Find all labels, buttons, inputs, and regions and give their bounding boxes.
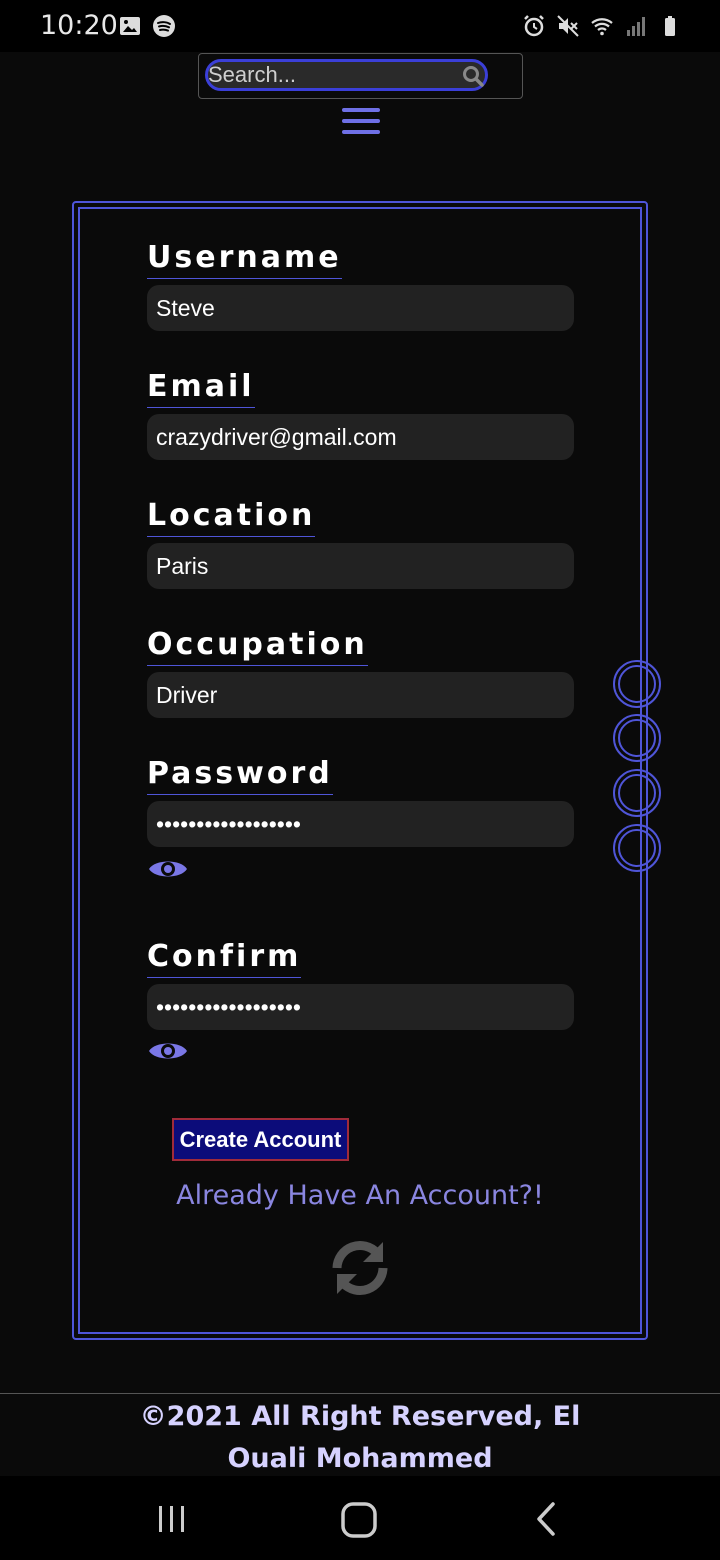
- occupation-field[interactable]: [147, 672, 574, 718]
- system-nav-bar: [0, 1476, 720, 1560]
- menu-icon[interactable]: [341, 107, 381, 135]
- occupation-label: Occupation: [147, 627, 368, 666]
- search-icon[interactable]: [461, 64, 485, 88]
- battery-icon: [665, 16, 675, 36]
- confirm-label: Confirm: [147, 939, 302, 978]
- password-field[interactable]: [147, 801, 574, 847]
- spotify-icon: [153, 15, 175, 37]
- location-label: Location: [147, 498, 316, 537]
- password-label: Password: [147, 756, 333, 795]
- create-account-button[interactable]: Create Account: [172, 1118, 349, 1161]
- decorative-rings-icon: [613, 660, 661, 872]
- image-icon: [120, 17, 140, 35]
- footer-copyright: ©2021 All Right Reserved, El Ouali Moham…: [139, 1401, 581, 1474]
- email-label: Email: [147, 369, 255, 408]
- mute-icon: [557, 15, 579, 37]
- show-confirm-password-icon[interactable]: [148, 1037, 188, 1065]
- signal-icon: [627, 17, 645, 36]
- status-time: 10:20: [40, 10, 118, 41]
- recent-apps-icon[interactable]: [155, 1503, 189, 1535]
- footer-divider: [0, 1393, 720, 1394]
- username-label: Username: [147, 240, 342, 279]
- location-field[interactable]: [147, 543, 574, 589]
- login-link[interactable]: Already Have An Account?!: [0, 1180, 720, 1211]
- status-bar: 10:20: [0, 0, 720, 52]
- refresh-icon[interactable]: [325, 1238, 395, 1298]
- search-bar: [198, 53, 523, 99]
- confirm-password-field[interactable]: [147, 984, 574, 1030]
- username-field[interactable]: [147, 285, 574, 331]
- email-field[interactable]: [147, 414, 574, 460]
- home-icon[interactable]: [340, 1501, 378, 1539]
- search-input[interactable]: [205, 59, 488, 91]
- alarm-icon: [524, 15, 544, 37]
- back-icon[interactable]: [533, 1501, 559, 1537]
- wifi-icon: [591, 18, 613, 36]
- show-password-icon[interactable]: [148, 855, 188, 883]
